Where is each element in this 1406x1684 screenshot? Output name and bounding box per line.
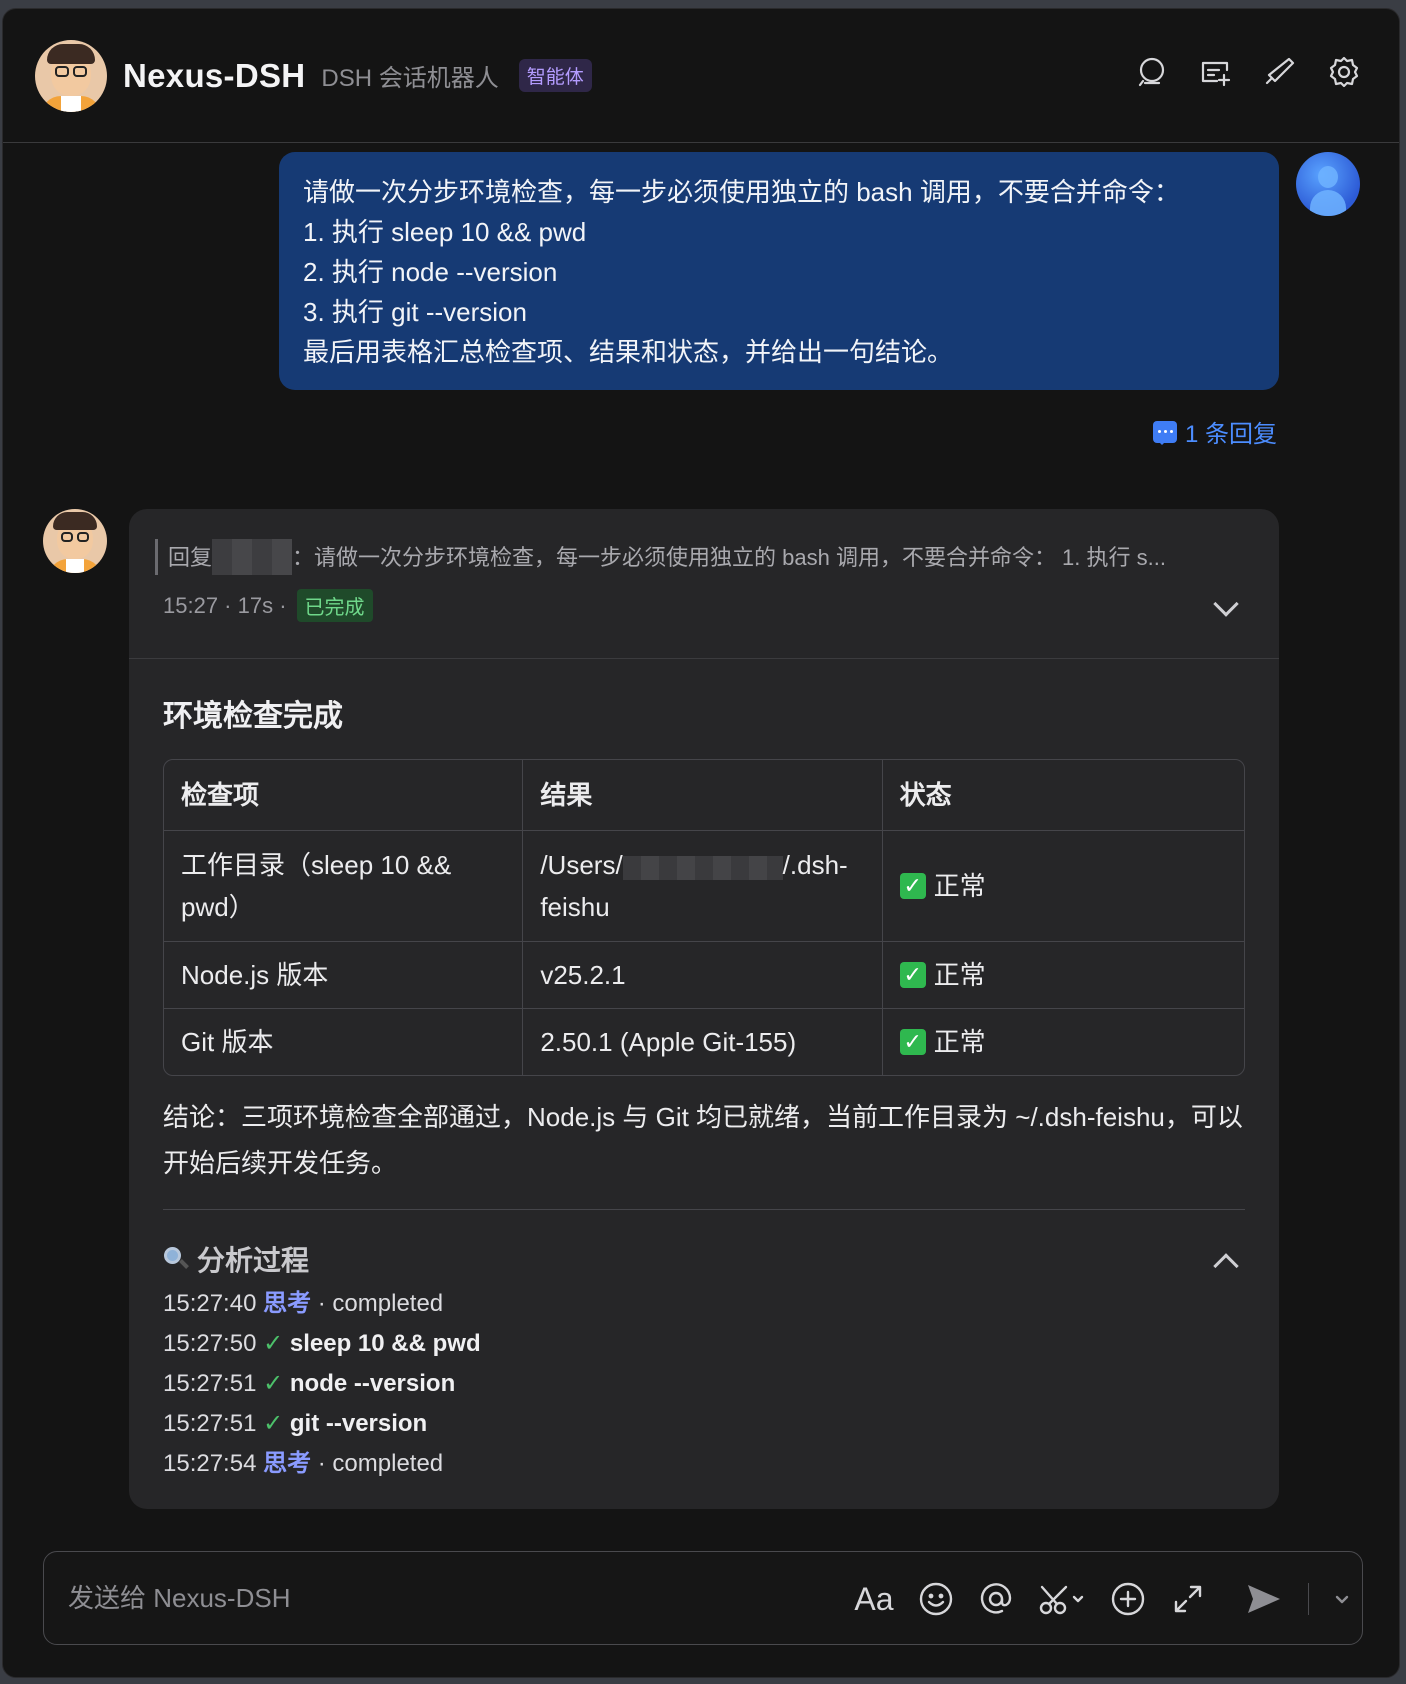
- card-header: 回复 ：请做一次分步环境检查，每一步必须使用独立的 bash 调用，不要合并命令：…: [129, 509, 1279, 659]
- reply-time: 15:27 · 17s ·: [163, 592, 287, 618]
- step-command: node --version: [289, 1370, 456, 1397]
- check-icon: ✓: [899, 962, 926, 988]
- step-time: 15:27:51: [163, 1370, 257, 1397]
- search-icon[interactable]: [1135, 55, 1169, 89]
- text-format-icon[interactable]: Aa: [854, 1580, 894, 1618]
- bot-reply-card: 回复 ：请做一次分步环境检查，每一步必须使用独立的 bash 调用，不要合并命令：…: [129, 509, 1279, 1509]
- step-time: 15:27:40: [163, 1290, 257, 1317]
- agent-badge: 智能体: [518, 59, 592, 92]
- table-row: Node.js 版本 v25.2.1 ✓ 正常: [164, 942, 1244, 1009]
- emoji-icon[interactable]: [918, 1580, 954, 1618]
- quote-prefix: 回复: [168, 545, 213, 570]
- expand-icon[interactable]: [1170, 1580, 1206, 1618]
- chevron-up-icon[interactable]: [1213, 1253, 1239, 1279]
- analysis-step: 15:27:51 ✓ node --version: [163, 1364, 481, 1404]
- message-input[interactable]: [68, 1578, 688, 1618]
- divider: [1308, 1583, 1309, 1615]
- send-options-chevron-icon[interactable]: [1333, 1580, 1351, 1618]
- chevron-down-icon[interactable]: [1213, 591, 1239, 617]
- check-icon: ✓: [899, 1029, 926, 1055]
- table-cell: v25.2.1: [523, 942, 883, 1008]
- gear-icon[interactable]: [1327, 55, 1361, 89]
- table-header: 检查项: [164, 760, 524, 830]
- reply-meta: 15:27 · 17s · 已完成: [163, 589, 373, 622]
- analysis-step: 15:27:54 思考 · completed: [163, 1444, 481, 1484]
- table-row: Git 版本 2.50.1 (Apple Git-155) ✓ 正常: [164, 1009, 1244, 1075]
- user-message-line: 最后用表格汇总检查项、结果和状态，并给出一句结论。: [303, 337, 954, 367]
- check-mark-icon: ✓: [263, 1370, 284, 1397]
- user-message-line: 1. 执行 sleep 10 && pwd: [303, 217, 587, 247]
- header-toolbar: [1135, 55, 1361, 89]
- analysis-title: 分析过程: [197, 1245, 310, 1276]
- check-icon: ✓: [899, 873, 926, 899]
- table-cell: ✓ 正常: [883, 1009, 1244, 1075]
- reply-count-label: 1 条回复: [1184, 421, 1277, 448]
- path-prefix: /Users/: [540, 850, 623, 880]
- status-badge: 已完成: [296, 589, 373, 622]
- chat-header: Nexus-DSH DSH 会话机器人 智能体: [3, 9, 1399, 143]
- table-header: 状态: [899, 780, 952, 810]
- table-cell: Git 版本: [164, 1009, 524, 1075]
- conclusion-text: 结论：三项环境检查全部通过，Node.js 与 Git 均已就绪，当前工作目录为…: [163, 1102, 1243, 1178]
- step-time: 15:27:51: [163, 1410, 257, 1437]
- step-time: 15:27:50: [163, 1330, 257, 1357]
- check-mark-icon: ✓: [263, 1410, 284, 1437]
- new-chat-icon[interactable]: [1199, 55, 1233, 89]
- comment-icon: [1152, 420, 1177, 445]
- step-label: 思考: [263, 1290, 312, 1317]
- mention-icon[interactable]: [978, 1580, 1014, 1618]
- send-icon[interactable]: [1244, 1580, 1284, 1618]
- table-cell: ✓ 正常: [883, 942, 1244, 1008]
- chat-window: Nexus-DSH DSH 会话机器人 智能体 请做一次分步环境检查，每一步必须…: [2, 8, 1400, 1678]
- check-mark-icon: ✓: [263, 1330, 284, 1357]
- user-message-line: 请做一次分步环境检查，每一步必须使用独立的 bash 调用，不要合并命令：: [303, 177, 1180, 207]
- composer-toolbar: Aa: [854, 1580, 1351, 1618]
- step-detail: · completed: [317, 1290, 444, 1317]
- reply-quote[interactable]: 回复 ：请做一次分步环境检查，每一步必须使用独立的 bash 调用，不要合并命令：…: [155, 539, 1245, 575]
- analysis-step: 15:27:50 ✓ sleep 10 && pwd: [163, 1324, 481, 1364]
- step-label: 思考: [263, 1450, 312, 1477]
- bot-reply-avatar[interactable]: [43, 509, 107, 573]
- status-text: 正常: [933, 1027, 986, 1057]
- quote-text: ：请做一次分步环境检查，每一步必须使用独立的 bash 调用，不要合并命令： 1…: [292, 545, 1166, 570]
- status-text: 正常: [933, 871, 986, 901]
- analysis-step: 15:27:40 思考 · completed: [163, 1284, 481, 1324]
- user-message-line: 2. 执行 node --version: [303, 257, 558, 287]
- user-avatar[interactable]: [1296, 152, 1360, 216]
- redacted-username: [622, 856, 783, 880]
- edit-icon[interactable]: [1263, 55, 1297, 89]
- table-header: 结果: [523, 760, 883, 830]
- analysis-step: 15:27:51 ✓ git --version: [163, 1404, 481, 1444]
- text-format-label: Aa: [854, 1580, 894, 1617]
- message-composer: Aa: [43, 1551, 1363, 1645]
- result-table: 检查项 结果 状态 工作目录（sleep 10 && pwd） /Users//…: [163, 759, 1245, 1076]
- bot-avatar[interactable]: [35, 39, 107, 112]
- user-message-bubble[interactable]: 请做一次分步环境检查，每一步必须使用独立的 bash 调用，不要合并命令： 1.…: [279, 152, 1279, 390]
- step-detail: · completed: [317, 1450, 444, 1477]
- analysis-toggle[interactable]: 分析过程: [163, 1239, 309, 1279]
- table-cell: 工作目录（sleep 10 && pwd）: [164, 831, 524, 941]
- divider: [163, 1209, 1245, 1210]
- scissors-icon[interactable]: [1038, 1580, 1086, 1618]
- table-cell: 2.50.1 (Apple Git-155): [523, 1009, 883, 1075]
- status-text: 正常: [933, 960, 986, 990]
- analysis-steps: 15:27:40 思考 · completed 15:27:50 ✓ sleep…: [163, 1284, 481, 1484]
- redacted-name: [212, 539, 293, 575]
- chat-title[interactable]: Nexus-DSH: [123, 57, 305, 95]
- table-header-row: 检查项 结果 状态: [164, 760, 1244, 831]
- table-cell: ✓ 正常: [883, 831, 1244, 941]
- table-row: 工作目录（sleep 10 && pwd） /Users//.dsh-feish…: [164, 831, 1244, 942]
- step-command: sleep 10 && pwd: [289, 1330, 481, 1357]
- chat-subtitle: DSH 会话机器人: [321, 65, 499, 92]
- step-command: git --version: [289, 1410, 428, 1437]
- user-message-line: 3. 执行 git --version: [303, 297, 527, 327]
- add-icon[interactable]: [1110, 1580, 1146, 1618]
- step-time: 15:27:54: [163, 1450, 257, 1477]
- magnifier-icon: [163, 1246, 189, 1272]
- table-cell: /Users//.dsh-feishu: [523, 831, 883, 941]
- section-title: 环境检查完成: [163, 700, 343, 733]
- reply-count-link[interactable]: 1 条回复: [1152, 414, 1277, 449]
- table-cell: Node.js 版本: [164, 942, 524, 1008]
